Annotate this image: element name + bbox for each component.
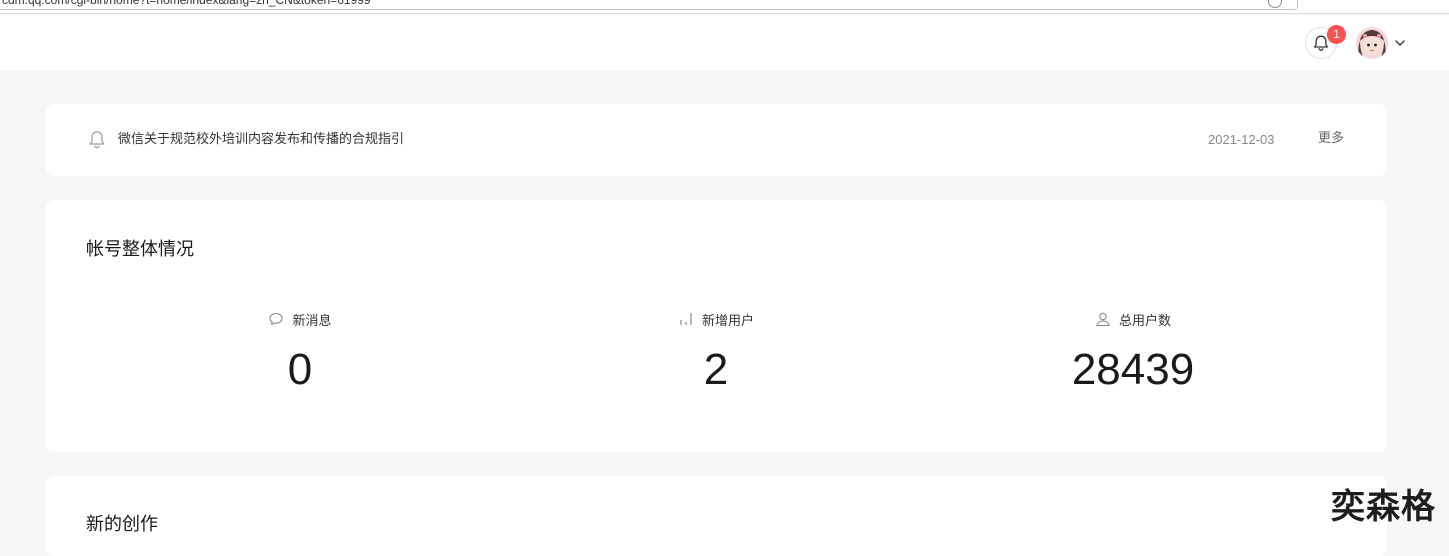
- stat-new-messages[interactable]: 新消息 0: [150, 308, 450, 394]
- notice-card: 微信关于规范校外培训内容发布和传播的合规指引 2021-12-03 更多: [46, 104, 1387, 176]
- stat-total-users[interactable]: 总用户数 28439: [983, 308, 1283, 394]
- notice-more-link[interactable]: 更多: [1318, 129, 1344, 149]
- notice-date: 2021-12-03: [1208, 132, 1275, 147]
- avatar[interactable]: [1356, 27, 1388, 59]
- user-icon: [1096, 312, 1110, 327]
- stat-label: 总用户数: [1118, 313, 1171, 329]
- top-bar: 1: [0, 15, 1449, 71]
- stat-value: 0: [287, 345, 313, 394]
- notification-badge: 1: [1327, 25, 1346, 44]
- new-creation-card: 新的创作: [46, 476, 1387, 556]
- stat-value: 28439: [1071, 345, 1195, 394]
- section-title: 帐号整体情况: [86, 239, 194, 260]
- watermark-text: 奕森格: [1331, 487, 1436, 527]
- stat-label: 新增用户: [701, 313, 754, 329]
- stat-new-users[interactable]: 新增用户 2: [566, 308, 866, 394]
- bar-chart-icon: [680, 313, 692, 325]
- browser-address-bar: cdm.qq.com/cgi-bin/home?t=home/index&lan…: [0, 0, 1449, 14]
- url-field[interactable]: cdm.qq.com/cgi-bin/home?t=home/index&lan…: [0, 0, 1298, 10]
- section-title: 新的创作: [86, 514, 158, 535]
- bell-icon: [89, 131, 105, 149]
- chat-bubble-icon: [269, 312, 284, 325]
- avatar-image: [1356, 27, 1388, 59]
- notice-link[interactable]: 微信关于规范校外培训内容发布和传播的合规指引: [118, 130, 404, 150]
- account-overview-card: 帐号整体情况 新消息 0 新增用户 2 总用户数 28439: [46, 200, 1387, 452]
- stat-label: 新消息: [292, 313, 332, 329]
- chevron-down-icon[interactable]: [1393, 36, 1407, 50]
- stat-value: 2: [703, 345, 729, 394]
